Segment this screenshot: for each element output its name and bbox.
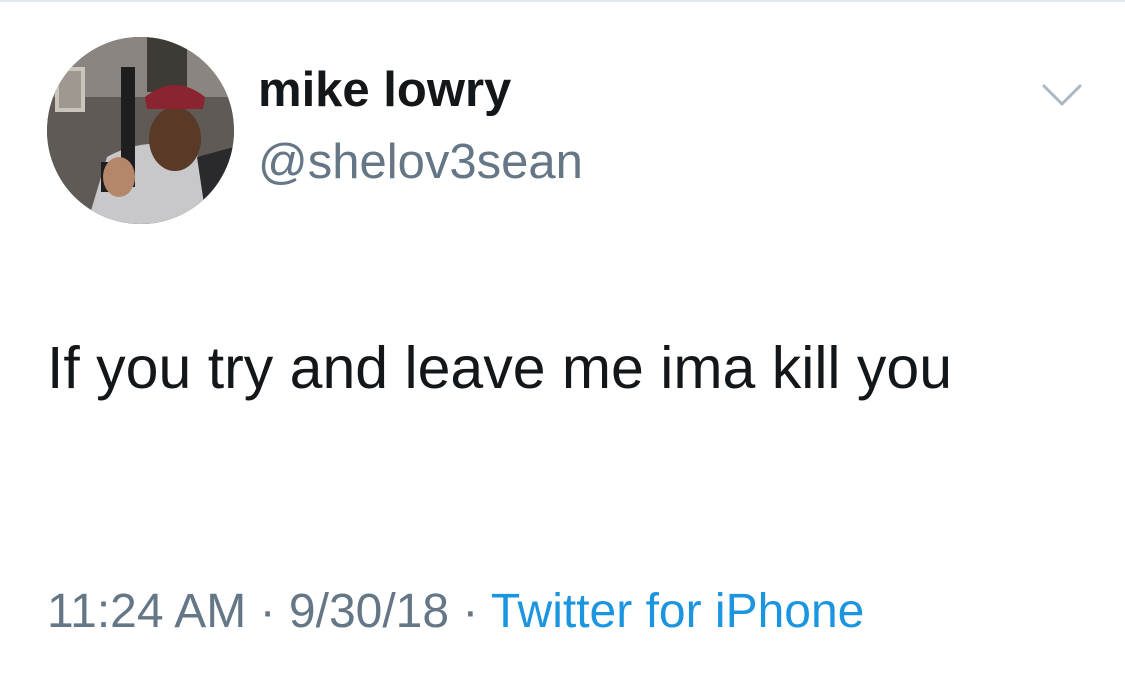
tweet-text: If you try and leave me ima kill you <box>47 335 953 401</box>
tweet-source-link[interactable]: Twitter for iPhone <box>491 585 865 638</box>
display-name[interactable]: mike lowry <box>258 66 511 115</box>
user-handle[interactable]: @shelov3sean <box>258 138 583 187</box>
tweet-menu-button[interactable] <box>1040 80 1084 110</box>
meta-separator: · <box>259 585 276 638</box>
tweet-time[interactable]: 11:24 AM <box>47 585 246 638</box>
top-divider <box>0 0 1125 2</box>
tweet-metadata: 11:24 AM · 9/30/18 · Twitter for iPhone <box>47 588 864 636</box>
tweet-date[interactable]: 9/30/18 <box>289 585 449 638</box>
avatar[interactable] <box>47 37 234 224</box>
chevron-down-icon <box>1042 84 1082 106</box>
meta-separator: · <box>462 585 479 638</box>
avatar-photo <box>47 37 234 224</box>
